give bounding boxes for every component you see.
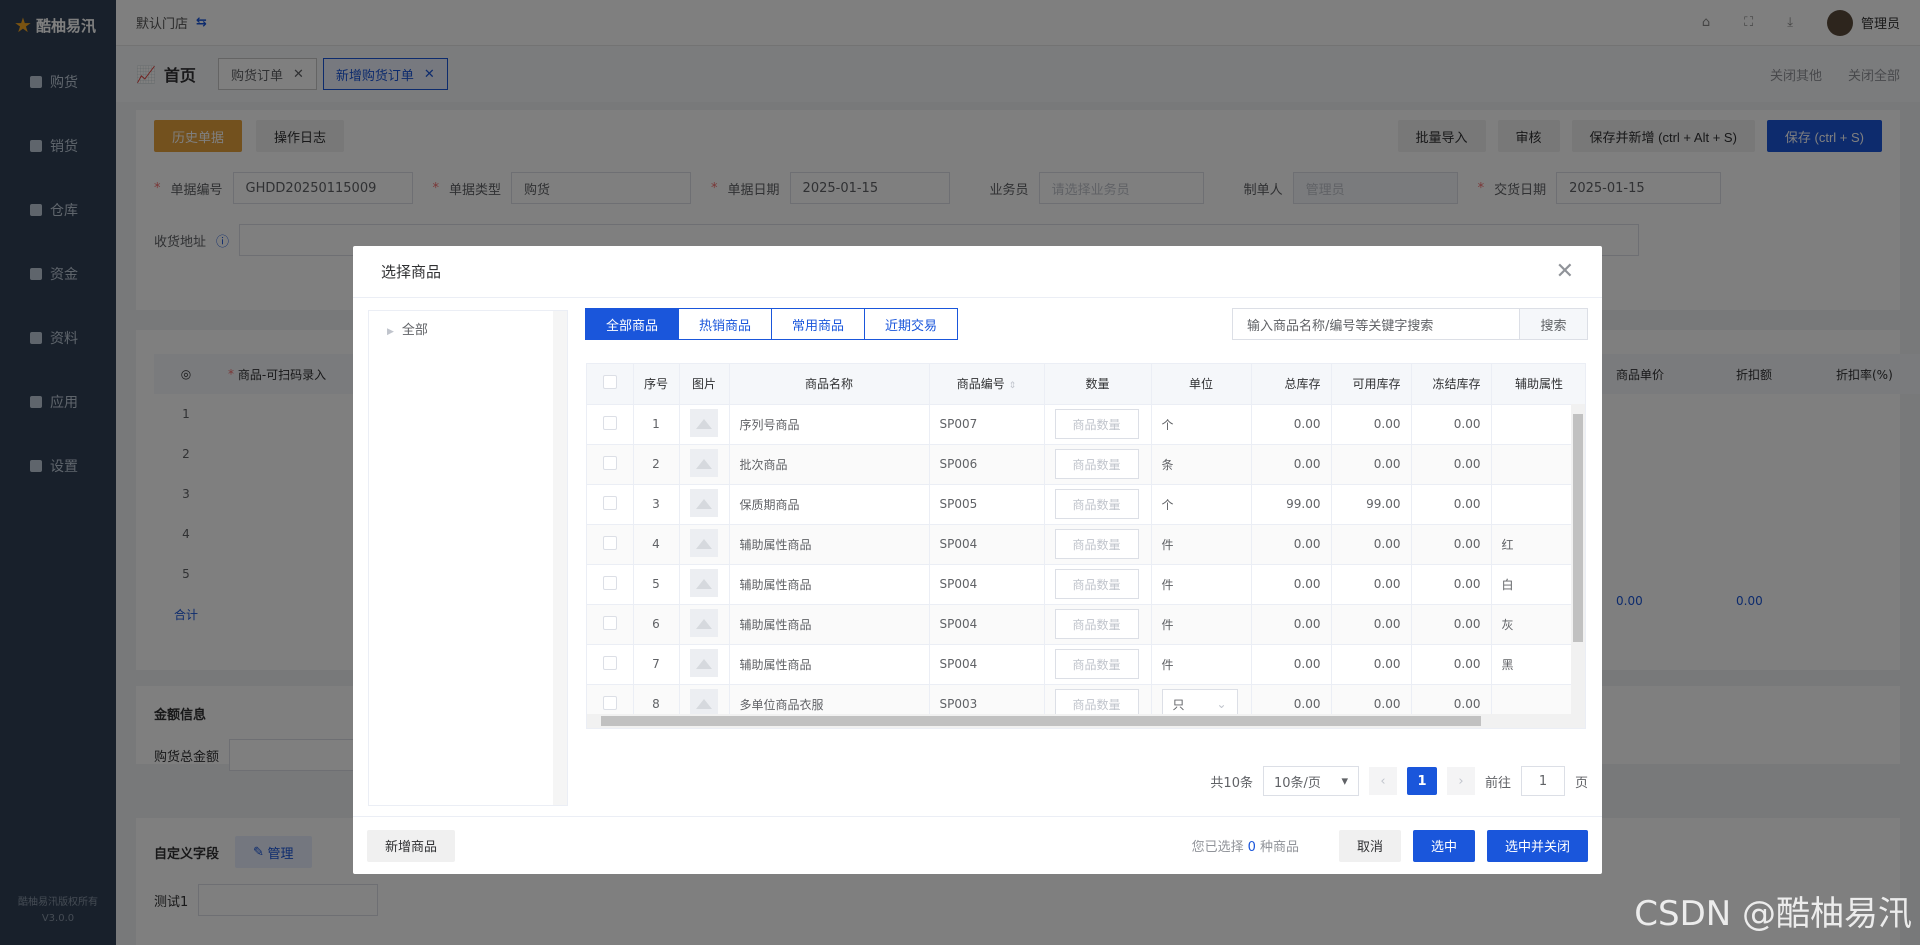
goods-code: SP004 <box>929 644 1045 685</box>
qty-input[interactable]: 商品数量 <box>1054 529 1139 559</box>
image-placeholder-icon <box>690 568 718 597</box>
col-no: 序号 <box>633 364 680 405</box>
pager-total: 共10条 <box>1210 775 1253 791</box>
goods-code: SP004 <box>929 524 1045 565</box>
col-attr: 辅助属性 <box>1491 364 1585 405</box>
chevron-down-icon: ⌄ <box>1216 697 1227 711</box>
pagination: 共10条 10条/页 ▾ ‹ 1 › 前往 1 页 <box>1210 766 1588 796</box>
select-button[interactable]: 选中 <box>1412 829 1475 862</box>
goods-name: 序列号商品 <box>729 404 930 445</box>
qty-input[interactable]: 商品数量 <box>1054 609 1139 639</box>
table-row[interactable]: 2 批次商品 SP006 商品数量条 0.00 0.00 0.00 <box>587 444 1585 485</box>
goods-name: 辅助属性商品 <box>729 604 930 645</box>
unit-cell: 件 <box>1151 604 1252 645</box>
goods-name: 保质期商品 <box>729 484 930 525</box>
table-row[interactable]: 3 保质期商品 SP005 商品数量个 99.00 99.00 0.00 <box>587 484 1585 525</box>
filter-tabs: 全部商品 热销商品 常用商品 近期交易 <box>585 308 959 340</box>
unit-cell: 件 <box>1151 644 1252 685</box>
col-avail-stock: 可用库存 <box>1331 364 1412 405</box>
unit-cell: 条 <box>1151 444 1252 485</box>
row-checkbox[interactable] <box>602 455 617 470</box>
page-size-select[interactable]: 10条/页 ▾ <box>1262 766 1359 796</box>
image-placeholder-icon <box>690 688 718 717</box>
goods-name: 批次商品 <box>729 444 930 485</box>
next-page-button[interactable]: › <box>1446 767 1475 795</box>
row-checkbox[interactable] <box>602 615 617 630</box>
goods-name: 辅助属性商品 <box>729 524 930 565</box>
table-row[interactable]: 1 序列号商品 SP007 商品数量个 0.00 0.00 0.00 <box>587 404 1585 445</box>
table-hscroll[interactable] <box>587 714 1585 728</box>
filter-common[interactable]: 常用商品 <box>771 308 866 340</box>
category-tree: ▶ 全部 <box>368 310 568 806</box>
prev-page-button[interactable]: ‹ <box>1368 767 1397 795</box>
row-checkbox[interactable] <box>602 695 617 710</box>
dialog-footer: 新增商品 您已选择 0 种商品 取消 选中 选中并关闭 <box>353 816 1602 874</box>
tree-node-all[interactable]: ▶ 全部 <box>369 311 567 346</box>
table-row[interactable]: 4 辅助属性商品 SP004 商品数量件 0.00 0.00 0.00 红 <box>587 524 1585 565</box>
search-box: 输入商品名称/编号等关键字搜索 搜索 <box>1232 308 1588 340</box>
image-placeholder-icon <box>690 448 718 477</box>
goods-name: 辅助属性商品 <box>729 564 930 605</box>
qty-input[interactable]: 商品数量 <box>1054 569 1139 599</box>
col-name: 商品名称 <box>729 364 930 405</box>
col-frozen-stock: 冻结库存 <box>1411 364 1492 405</box>
goods-code: SP005 <box>929 484 1045 525</box>
unit-cell: 个 <box>1151 484 1252 525</box>
selection-info: 您已选择 0 种商品 <box>1191 840 1299 855</box>
col-code[interactable]: 商品编号 ⇕ <box>929 364 1045 405</box>
row-checkbox[interactable] <box>602 535 617 550</box>
unit-cell: 件 <box>1151 564 1252 605</box>
row-checkbox[interactable] <box>602 415 617 430</box>
unit-cell: 个 <box>1151 404 1252 445</box>
col-unit: 单位 <box>1151 364 1252 405</box>
page-1[interactable]: 1 <box>1406 767 1437 795</box>
image-placeholder-icon <box>690 648 718 677</box>
filter-recent[interactable]: 近期交易 <box>864 308 959 340</box>
goods-code: SP004 <box>929 564 1045 605</box>
unit-cell: 件 <box>1151 524 1252 565</box>
goods-name: 辅助属性商品 <box>729 644 930 685</box>
cancel-button[interactable]: 取消 <box>1338 829 1401 862</box>
tree-scrollbar[interactable] <box>553 311 567 805</box>
col-image: 图片 <box>679 364 730 405</box>
goods-code: SP004 <box>929 604 1045 645</box>
row-checkbox[interactable] <box>602 575 617 590</box>
add-goods-button[interactable]: 新增商品 <box>367 829 456 862</box>
search-button[interactable]: 搜索 <box>1520 308 1588 340</box>
goods-table: 序号 图片 商品名称 商品编号 ⇕ 数量 单位 总库存 可用库存 冻结库存 辅助… <box>586 363 1586 729</box>
qty-input[interactable]: 商品数量 <box>1054 449 1139 479</box>
table-row[interactable]: 6 辅助属性商品 SP004 商品数量件 0.00 0.00 0.00 灰 <box>587 604 1585 645</box>
table-row[interactable]: 5 辅助属性商品 SP004 商品数量件 0.00 0.00 0.00 白 <box>587 564 1585 605</box>
dialog-title: 选择商品 <box>381 263 442 281</box>
col-qty: 数量 <box>1044 364 1152 405</box>
select-goods-dialog: 选择商品 ✕ ▶ 全部 全部商品 热销商品 常用商品 近期交易 输入商品名称/编号… <box>353 246 1602 874</box>
chevron-down-icon: ▾ <box>1341 773 1348 789</box>
filter-all[interactable]: 全部商品 <box>585 308 680 340</box>
col-total-stock: 总库存 <box>1251 364 1332 405</box>
image-placeholder-icon <box>690 608 718 637</box>
table-vscroll[interactable] <box>1571 404 1585 716</box>
select-all-checkbox[interactable] <box>587 364 634 405</box>
image-placeholder-icon <box>690 488 718 517</box>
table-row[interactable]: 7 辅助属性商品 SP004 商品数量件 0.00 0.00 0.00 黑 <box>587 644 1585 685</box>
qty-input[interactable]: 商品数量 <box>1054 649 1139 679</box>
goto-page-input[interactable]: 1 <box>1520 766 1565 796</box>
select-close-button[interactable]: 选中并关闭 <box>1486 829 1588 862</box>
filter-hot[interactable]: 热销商品 <box>678 308 773 340</box>
qty-input[interactable]: 商品数量 <box>1054 489 1139 519</box>
sort-icon[interactable]: ⇕ <box>1009 381 1017 391</box>
qty-input[interactable]: 商品数量 <box>1054 409 1139 439</box>
close-icon[interactable]: ✕ <box>1556 259 1574 284</box>
watermark: CSDN @酷柚易汛 <box>1634 894 1912 934</box>
goods-code: SP007 <box>929 404 1045 445</box>
row-checkbox[interactable] <box>602 495 617 510</box>
goods-code: SP006 <box>929 444 1045 485</box>
image-placeholder-icon <box>690 408 718 437</box>
search-input[interactable]: 输入商品名称/编号等关键字搜索 <box>1232 308 1520 340</box>
row-checkbox[interactable] <box>602 655 617 670</box>
caret-right-icon: ▶ <box>387 327 394 337</box>
image-placeholder-icon <box>690 528 718 557</box>
